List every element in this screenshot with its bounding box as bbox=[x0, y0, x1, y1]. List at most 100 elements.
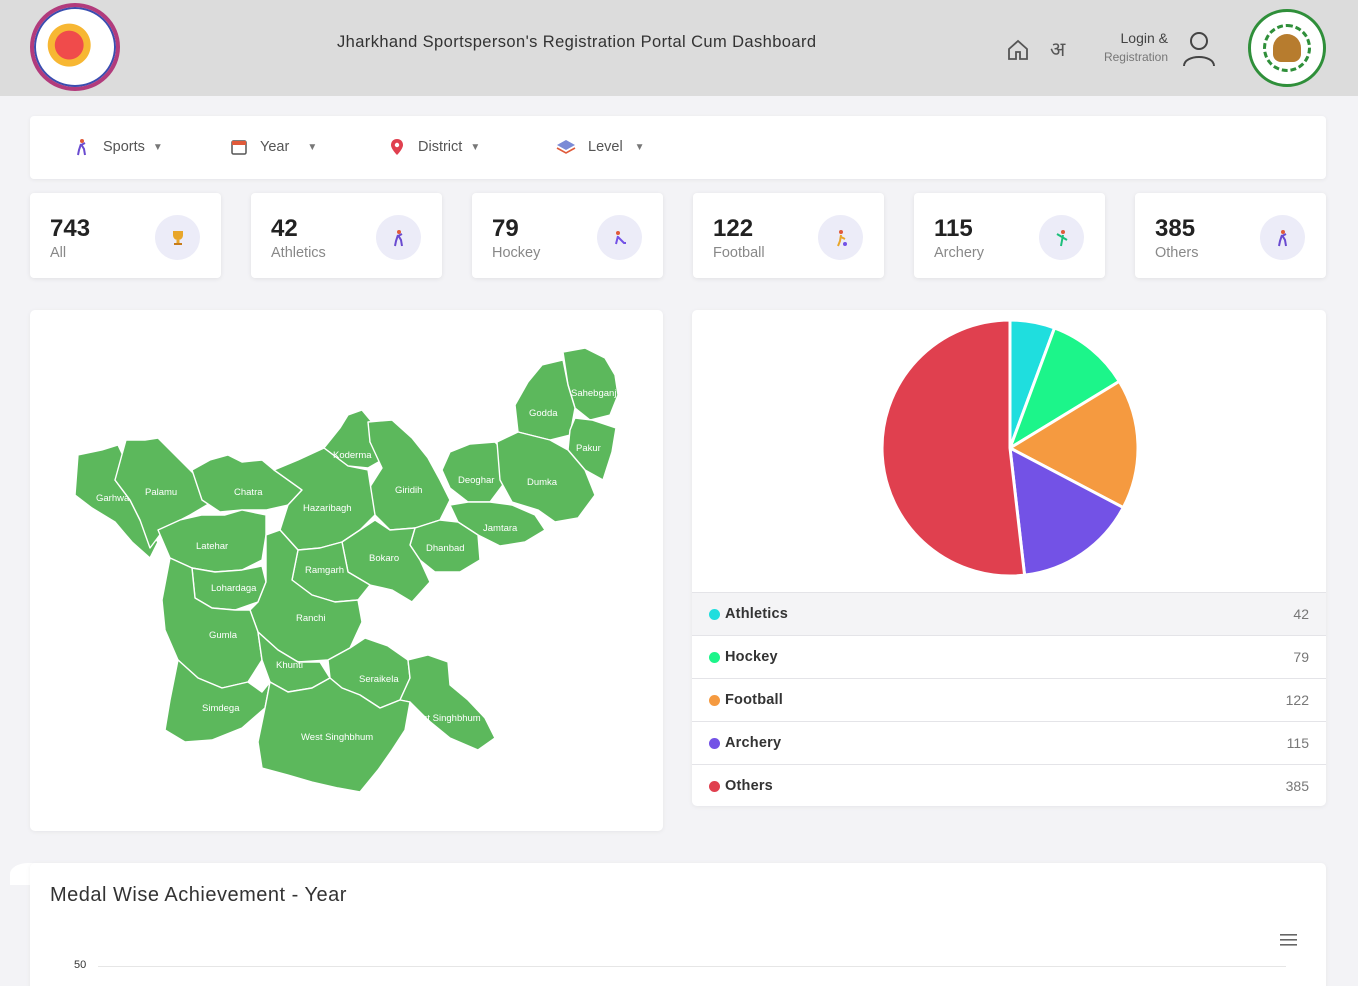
chevron-down-icon: ▼ bbox=[634, 141, 645, 153]
level-filter-label: Level bbox=[588, 139, 623, 155]
location-pin-icon bbox=[391, 139, 403, 155]
registration-link[interactable]: Registration bbox=[1088, 50, 1168, 64]
stat-card-hockey[interactable]: 79 Hockey bbox=[472, 193, 663, 278]
pie-legend: Athletics 42 Hockey 79 Football 122 Arch… bbox=[692, 592, 1326, 806]
legend-dot bbox=[709, 780, 720, 792]
archery-icon bbox=[1039, 215, 1084, 260]
district-giridih[interactable] bbox=[367, 419, 451, 531]
football-icon bbox=[818, 215, 863, 260]
stat-label: All bbox=[50, 245, 67, 261]
legend-row-hockey[interactable]: Hockey 79 bbox=[692, 635, 1326, 678]
filter-bar: Sports ▼ Year ▼ District ▼ Level ▼ bbox=[30, 116, 1326, 179]
athlete-icon bbox=[77, 139, 86, 156]
district-godda[interactable] bbox=[514, 359, 576, 441]
stat-label: Archery bbox=[934, 245, 984, 261]
hamburger-menu-icon[interactable] bbox=[1280, 933, 1297, 947]
map-label-khunti: Khunti bbox=[276, 660, 303, 671]
stat-card-archery[interactable]: 115 Archery bbox=[914, 193, 1105, 278]
stat-label: Football bbox=[713, 245, 765, 261]
medal-achievement-panel: Medal Wise Achievement - Year 50 bbox=[30, 863, 1326, 986]
map-label-godda: Godda bbox=[529, 408, 558, 419]
stat-label: Hockey bbox=[492, 245, 541, 261]
map-label-dhanbad: Dhanbad bbox=[426, 543, 465, 554]
jharkhand-district-map[interactable]: Sahebganj Godda Pakur Koderma Garhwa Pal… bbox=[30, 310, 663, 831]
map-label-ramgarh: Ramgarh bbox=[305, 565, 344, 576]
map-label-giridih: Giridih bbox=[395, 485, 422, 496]
map-label-seraikela: Seraikela bbox=[359, 674, 399, 685]
district-filter-label: District bbox=[418, 139, 463, 155]
stat-card-football[interactable]: 122 Football bbox=[693, 193, 884, 278]
language-toggle-icon[interactable]: अ bbox=[1050, 35, 1065, 62]
stat-value: 122 bbox=[713, 215, 754, 242]
legend-dot bbox=[709, 694, 720, 706]
y-axis-tick: 50 bbox=[74, 959, 87, 971]
sports-pie-panel: Athletics 42 Hockey 79 Football 122 Arch… bbox=[692, 310, 1326, 806]
chevron-down-icon: ▼ bbox=[152, 141, 163, 153]
legend-name: Hockey bbox=[725, 649, 778, 665]
stat-card-all[interactable]: 743 All bbox=[30, 193, 221, 278]
khelo-jharkhand-logo[interactable] bbox=[30, 3, 120, 91]
legend-row-athletics[interactable]: Athletics 42 bbox=[692, 592, 1326, 635]
map-label-west-singhbhum: West Singhbhum bbox=[301, 732, 373, 743]
legend-dot bbox=[709, 608, 720, 620]
sports-pie-chart[interactable] bbox=[692, 310, 1326, 590]
legend-dot bbox=[709, 737, 720, 749]
district-map-panel: Sahebganj Godda Pakur Koderma Garhwa Pal… bbox=[30, 310, 663, 831]
map-label-bokaro: Bokaro bbox=[369, 553, 399, 564]
map-label-east-singhbhum: East Singhbhum bbox=[411, 713, 481, 724]
stat-card-athletics[interactable]: 42 Athletics bbox=[251, 193, 442, 278]
trophy-icon bbox=[155, 215, 200, 260]
legend-name: Archery bbox=[725, 735, 782, 751]
calendar-icon bbox=[231, 140, 247, 155]
site-header: Jharkhand Sportsperson's Registration Po… bbox=[0, 0, 1358, 96]
legend-row-others[interactable]: Others 385 bbox=[692, 764, 1326, 806]
hockey-icon bbox=[597, 215, 642, 260]
map-label-latehar: Latehar bbox=[196, 541, 228, 552]
legend-name: Others bbox=[725, 778, 773, 794]
map-label-dumka: Dumka bbox=[527, 477, 558, 488]
map-label-garhwa: Garhwa bbox=[96, 493, 130, 504]
legend-row-archery[interactable]: Archery 115 bbox=[692, 721, 1326, 764]
stat-value: 79 bbox=[492, 215, 519, 242]
map-label-hazaribagh: Hazaribagh bbox=[303, 503, 352, 514]
chevron-down-icon: ▼ bbox=[307, 141, 318, 153]
district-filter[interactable]: District ▼ bbox=[388, 138, 480, 156]
stat-value: 115 bbox=[934, 215, 973, 242]
jharkhand-govt-seal bbox=[1248, 9, 1326, 87]
user-icon[interactable] bbox=[1180, 28, 1218, 68]
map-label-pakur: Pakur bbox=[576, 443, 601, 454]
legend-value: 79 bbox=[1293, 649, 1309, 665]
medal-panel-title: Medal Wise Achievement - Year bbox=[50, 884, 347, 906]
legend-row-football[interactable]: Football 122 bbox=[692, 678, 1326, 721]
year-filter[interactable]: Year ▼ bbox=[230, 138, 317, 156]
stat-value: 385 bbox=[1155, 215, 1196, 242]
athletics-icon bbox=[376, 215, 421, 260]
legend-value: 122 bbox=[1285, 692, 1309, 708]
chevron-down-icon: ▼ bbox=[470, 141, 481, 153]
stat-label: Athletics bbox=[271, 245, 326, 261]
sports-filter[interactable]: Sports ▼ bbox=[73, 138, 163, 156]
map-label-simdega: Simdega bbox=[202, 703, 240, 714]
login-link[interactable]: Login & bbox=[1100, 30, 1168, 46]
stat-value: 743 bbox=[50, 215, 91, 242]
map-label-chatra: Chatra bbox=[234, 487, 263, 498]
stat-label: Others bbox=[1155, 245, 1199, 261]
chart-gridline bbox=[98, 966, 1286, 967]
map-label-jamtara: Jamtara bbox=[483, 523, 518, 534]
pie-slice-others[interactable] bbox=[880, 318, 1027, 578]
map-label-sahebganj: Sahebganj bbox=[571, 388, 616, 399]
home-icon[interactable] bbox=[1006, 38, 1030, 62]
stat-card-others[interactable]: 385 Others bbox=[1135, 193, 1326, 278]
legend-name: Athletics bbox=[725, 606, 789, 622]
layers-icon bbox=[556, 140, 576, 154]
site-title: Jharkhand Sportsperson's Registration Po… bbox=[337, 33, 817, 51]
district-east-singhbhum[interactable] bbox=[399, 654, 496, 751]
stat-value: 42 bbox=[271, 215, 298, 242]
map-label-koderma: Koderma bbox=[333, 450, 372, 461]
legend-value: 115 bbox=[1286, 735, 1309, 751]
legend-dot bbox=[709, 651, 720, 663]
legend-value: 385 bbox=[1285, 778, 1309, 794]
district-chatra[interactable] bbox=[191, 454, 303, 513]
map-label-deoghar: Deoghar bbox=[458, 475, 494, 486]
level-filter[interactable]: Level ▼ bbox=[556, 138, 645, 156]
